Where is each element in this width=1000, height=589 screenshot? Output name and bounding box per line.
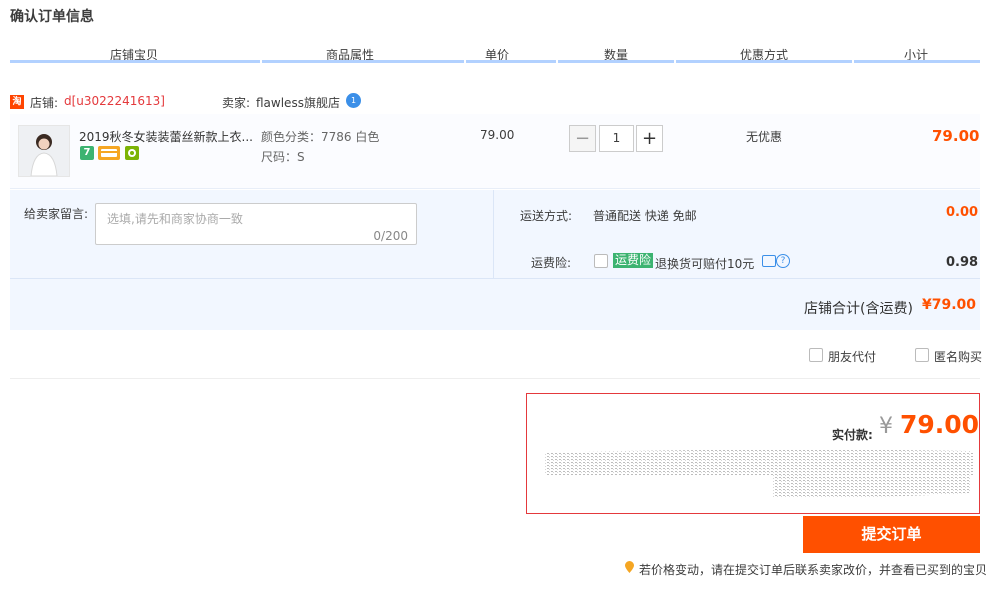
friend-pay-label[interactable]: 朋友代付 — [828, 348, 876, 365]
header-bar — [466, 60, 556, 63]
payment-label: 实付款: — [832, 428, 873, 442]
shop-label: 店铺: — [30, 96, 59, 110]
seller-message-input[interactable]: 选填,请先和商家协商一致 0/200 — [95, 203, 417, 245]
shop-name-link[interactable]: d[u3022241613] — [64, 94, 165, 108]
header-bar — [262, 60, 464, 63]
chat-bubble-icon[interactable] — [762, 255, 776, 267]
submit-order-button[interactable]: 提交订单 — [803, 516, 980, 553]
divider — [493, 190, 494, 278]
insurance-desc: 退换货可赔付10元 — [655, 257, 755, 271]
message-char-counter: 0/200 — [373, 229, 408, 243]
payment-currency: ¥ — [879, 414, 893, 439]
seller-name-link[interactable]: flawless旗舰店 — [256, 94, 340, 111]
shipping-label: 运送方式: — [520, 209, 573, 223]
order-item-row — [10, 114, 980, 189]
insurance-label: 运费险: — [531, 256, 572, 270]
wangwang-chat-icon[interactable]: 1 — [346, 93, 361, 108]
product-title-link[interactable]: 2019秋冬女装装蕾丝新款上衣... — [79, 128, 253, 145]
message-label: 给卖家留言: — [24, 207, 89, 221]
card-icon[interactable] — [98, 146, 120, 160]
insurance-price: 0.98 — [946, 255, 979, 270]
seller-label: 卖家: — [222, 96, 251, 110]
anonymous-label[interactable]: 匿名购买 — [934, 348, 982, 365]
header-bar — [676, 60, 852, 63]
attr-color: 颜色分类：7786 白色 — [261, 130, 380, 144]
payment-amount: 79.00 — [900, 410, 980, 439]
shipping-method[interactable]: 普通配送 快递 免邮 — [593, 207, 697, 224]
location-pin-icon — [625, 561, 634, 573]
discount-value: 无优惠 — [746, 130, 783, 144]
attr-size: 尺码：S — [261, 150, 305, 164]
shop-total-label: 店铺合计(含运费) — [804, 301, 913, 317]
help-icon[interactable]: ? — [776, 254, 790, 268]
quantity-increase-button[interactable]: + — [636, 125, 663, 152]
anonymous-checkbox[interactable] — [915, 348, 929, 362]
item-subtotal: 79.00 — [932, 127, 980, 145]
page-title: 确认订单信息 — [10, 9, 94, 25]
leaf-icon[interactable] — [125, 146, 139, 160]
header-bar — [10, 60, 260, 63]
shipping-price: 0.00 — [946, 205, 979, 220]
product-thumbnail[interactable] — [18, 125, 70, 177]
quantity-decrease-button[interactable]: − — [569, 125, 596, 152]
divider — [10, 378, 980, 379]
friend-pay-checkbox[interactable] — [809, 348, 823, 362]
shop-total-value: ¥79.00 — [922, 297, 977, 313]
insurance-tag: 运费险 — [613, 253, 654, 268]
header-bar — [558, 60, 674, 63]
taobao-icon: 淘 — [10, 95, 24, 109]
header-bar — [854, 60, 980, 63]
price-change-notice: 若价格变动，请在提交订单后联系卖家改价，并查看已买到的宝贝 — [639, 563, 988, 577]
service-badge-7day[interactable]: 7 — [80, 146, 94, 160]
unit-price: 79.00 — [480, 128, 515, 142]
message-placeholder: 选填,请先和商家协商一致 — [107, 212, 243, 226]
redacted-address — [543, 447, 973, 499]
insurance-checkbox[interactable] — [594, 254, 608, 268]
quantity-input[interactable]: 1 — [599, 125, 634, 152]
divider — [10, 278, 980, 279]
